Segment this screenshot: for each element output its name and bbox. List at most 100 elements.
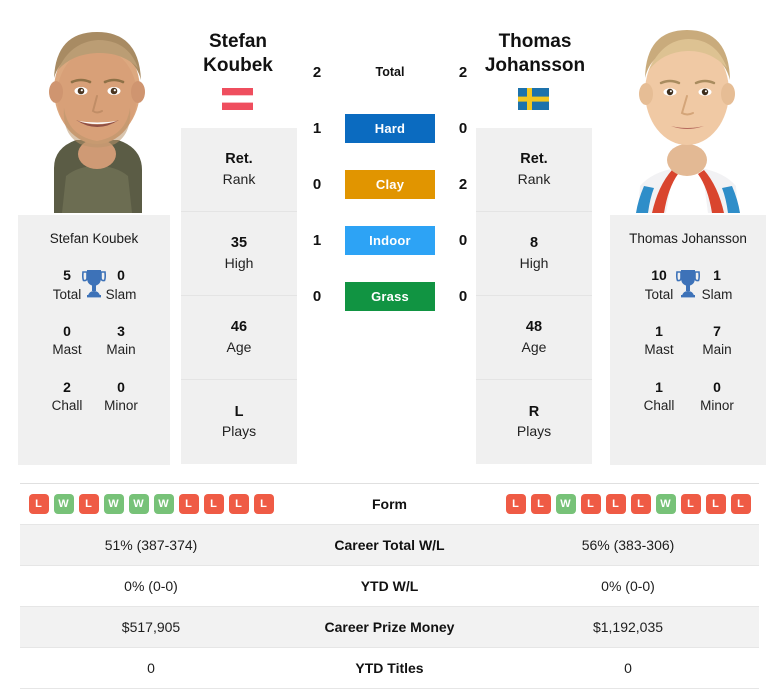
form-badge-win[interactable]: W bbox=[128, 494, 149, 514]
info-high-value-left: 35 bbox=[230, 235, 248, 252]
info-rank-left: Ret. Rank bbox=[181, 128, 297, 212]
form-badge-loss[interactable]: L bbox=[253, 494, 274, 514]
info-plays-left: L Plays bbox=[181, 380, 297, 464]
form-badge-loss[interactable]: L bbox=[28, 494, 49, 514]
titles-mast-left: 0 Mast bbox=[52, 322, 82, 358]
form-badge-win[interactable]: W bbox=[655, 494, 676, 514]
info-rank-label-left: Rank bbox=[222, 170, 256, 187]
info-rank-label-right: Rank bbox=[517, 170, 551, 187]
info-age-value-right: 48 bbox=[525, 319, 543, 336]
titles-card-name-right: Thomas Johansson bbox=[629, 231, 747, 246]
h2h-label-total: Total bbox=[375, 65, 405, 79]
info-plays-label-right: Plays bbox=[516, 423, 552, 440]
form-badge-loss[interactable]: L bbox=[630, 494, 651, 514]
player-info-card-right: Ret. Rank 8 High 48 Age R Plays bbox=[476, 128, 592, 464]
titles-chall-right: 1 Chall bbox=[643, 378, 675, 414]
player-name-left-line1: Stefan bbox=[208, 31, 268, 52]
form-badge-loss[interactable]: L bbox=[580, 494, 601, 514]
career-wl-label: Career Total W/L bbox=[334, 537, 445, 553]
info-high-right: 8 High bbox=[476, 212, 592, 296]
form-badge-loss[interactable]: L bbox=[78, 494, 99, 514]
table-row-form: LWLWWWLLLL Form LLWLLLWLLL bbox=[20, 484, 759, 525]
titles-card-right: Thomas Johansson 10 Total 1 Slam 1 Mast … bbox=[610, 215, 766, 465]
form-badge-win[interactable]: W bbox=[103, 494, 124, 514]
trophy-icon bbox=[81, 268, 107, 298]
h2h-right-total: 2 bbox=[458, 63, 468, 81]
player-name-right-line1: Thomas bbox=[498, 31, 572, 52]
info-rank-right: Ret. Rank bbox=[476, 128, 592, 212]
ytd-wl-left: 0% (0-0) bbox=[124, 578, 178, 594]
table-row-prize-money: $517,905 Career Prize Money $1,192,035 bbox=[20, 607, 759, 648]
austria-flag-icon bbox=[222, 88, 253, 110]
form-row-label: Form bbox=[372, 496, 407, 512]
info-plays-right: R Plays bbox=[476, 380, 592, 464]
titles-minor-right: 0 Minor bbox=[700, 378, 734, 414]
form-badge-loss[interactable]: L bbox=[605, 494, 626, 514]
titles-mast-right: 1 Mast bbox=[644, 322, 674, 358]
form-badge-win[interactable]: W bbox=[153, 494, 174, 514]
form-badge-loss[interactable]: L bbox=[505, 494, 526, 514]
player-photo-right bbox=[608, 8, 766, 213]
surface-badge-hard[interactable]: Hard bbox=[345, 113, 435, 143]
career-wl-right: 56% (383-306) bbox=[581, 537, 675, 553]
form-badge-loss[interactable]: L bbox=[730, 494, 751, 514]
form-badge-loss[interactable]: L bbox=[178, 494, 199, 514]
form-badge-loss[interactable]: L bbox=[680, 494, 701, 514]
table-row-ytd-titles: 0 YTD Titles 0 bbox=[20, 648, 759, 689]
info-age-value-left: 46 bbox=[230, 319, 248, 336]
ytd-titles-left: 0 bbox=[147, 660, 155, 676]
h2h-right-hard: 0 bbox=[458, 119, 468, 137]
form-strip-left: LWLWWWLLLL bbox=[20, 494, 282, 514]
player-info-card-left: Ret. Rank 35 High 46 Age L Plays bbox=[181, 128, 297, 464]
h2h-right-clay: 2 bbox=[458, 175, 468, 193]
form-badge-win[interactable]: W bbox=[53, 494, 74, 514]
form-cell-left: LWLWWWLLLL bbox=[20, 494, 282, 514]
h2h-left-indoor: 1 bbox=[312, 231, 322, 249]
form-badge-win[interactable]: W bbox=[555, 494, 576, 514]
info-rank-value-right: Ret. bbox=[520, 151, 548, 168]
player-name-left-line2: Koubek bbox=[203, 55, 273, 77]
info-plays-label-left: Plays bbox=[221, 423, 257, 440]
h2h-row-total: 2 Total 2 bbox=[300, 56, 480, 88]
titles-main-right: 7 Main bbox=[702, 322, 732, 358]
info-age-right: 48 Age bbox=[476, 296, 592, 380]
info-age-left: 46 Age bbox=[181, 296, 297, 380]
trophy-icon bbox=[675, 268, 701, 298]
head-to-head-column: 2 Total 2 1 Hard 0 0 Clay 2 1 Indoor 0 0… bbox=[300, 56, 480, 312]
form-strip-right: LLWLLLWLLL bbox=[497, 494, 759, 514]
titles-chall-left: 2 Chall bbox=[51, 378, 83, 414]
surface-badge-indoor[interactable]: Indoor bbox=[345, 225, 435, 255]
info-high-value-right: 8 bbox=[529, 235, 539, 252]
table-row-ytd-wl: 0% (0-0) YTD W/L 0% (0-0) bbox=[20, 566, 759, 607]
player-name-left[interactable]: Stefan Koubek bbox=[153, 30, 323, 79]
ytd-titles-label: YTD Titles bbox=[355, 660, 424, 676]
sweden-flag-icon bbox=[518, 88, 549, 110]
player-comparison-page: Stefan Koubek Thomas Johansson 2 Total 2… bbox=[0, 0, 779, 699]
form-badge-loss[interactable]: L bbox=[530, 494, 551, 514]
form-cell-right: LLWLLLWLLL bbox=[497, 494, 759, 514]
surface-badge-clay[interactable]: Clay bbox=[345, 169, 435, 199]
titles-card-left: Stefan Koubek 5 Total 0 Slam 0 Mast 3 Ma… bbox=[18, 215, 170, 465]
surface-badge-grass[interactable]: Grass bbox=[345, 281, 435, 311]
ytd-titles-right: 0 bbox=[624, 660, 632, 676]
table-row-career-wl: 51% (387-374) Career Total W/L 56% (383-… bbox=[20, 525, 759, 566]
h2h-left-grass: 0 bbox=[312, 287, 322, 305]
titles-row-3-left: 2 Chall 0 Minor bbox=[18, 378, 170, 416]
h2h-left-clay: 0 bbox=[312, 175, 322, 193]
h2h-right-grass: 0 bbox=[458, 287, 468, 305]
prize-money-right: $1,192,035 bbox=[592, 619, 664, 635]
titles-card-name-left: Stefan Koubek bbox=[49, 231, 139, 246]
titles-main-left: 3 Main bbox=[106, 322, 136, 358]
form-badge-loss[interactable]: L bbox=[203, 494, 224, 514]
form-badge-loss[interactable]: L bbox=[228, 494, 249, 514]
career-wl-left: 51% (387-374) bbox=[104, 537, 198, 553]
comparison-header: Stefan Koubek Thomas Johansson 2 Total 2… bbox=[0, 0, 779, 470]
info-high-label-left: High bbox=[224, 254, 254, 271]
info-rank-value-left: Ret. bbox=[225, 151, 253, 168]
h2h-right-indoor: 0 bbox=[458, 231, 468, 249]
stats-table: LWLWWWLLLL Form LLWLLLWLLL 51% (387-374)… bbox=[20, 483, 759, 689]
h2h-row-clay: 0 Clay 2 bbox=[300, 168, 480, 200]
info-plays-value-left: L bbox=[234, 403, 244, 420]
h2h-row-hard: 1 Hard 0 bbox=[300, 112, 480, 144]
form-badge-loss[interactable]: L bbox=[705, 494, 726, 514]
